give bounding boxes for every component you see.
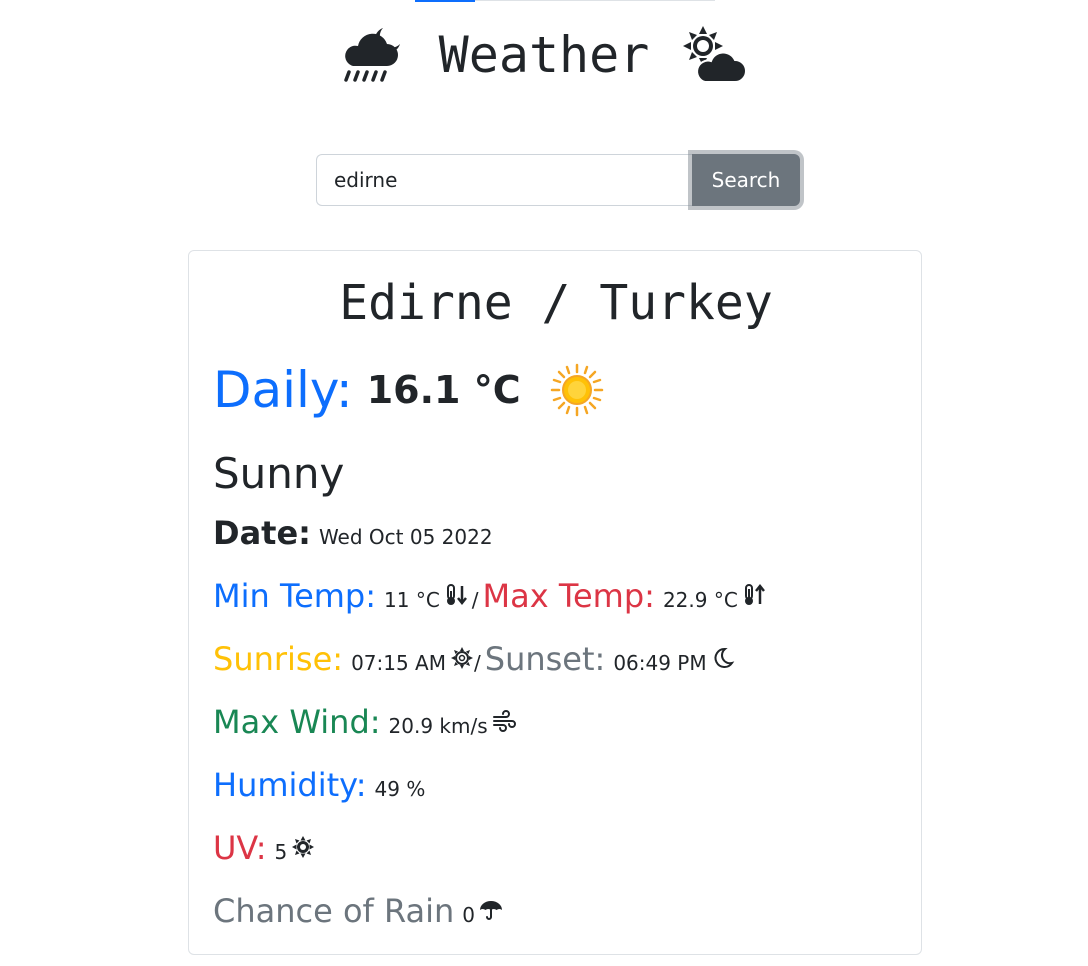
sun-times-row: Sunrise: 07:15 AM / Sunset: 06:49 PM — [213, 643, 735, 675]
sunset-value: 06:49 PM — [613, 651, 707, 675]
sunrise-gear-sun-icon — [451, 647, 473, 669]
daily-temperature: 16.1 °C — [366, 368, 521, 412]
rain-value: 0 — [462, 903, 476, 927]
sunrise-label: Sunrise: — [213, 640, 344, 678]
search-button[interactable]: Search — [692, 154, 800, 206]
top-nav-active-indicator — [415, 0, 475, 2]
sunrise-value: 07:15 AM — [351, 651, 446, 675]
thermometer-up-icon — [744, 583, 765, 605]
rain-label: Chance of Rain — [213, 892, 455, 930]
top-nav-divider — [475, 0, 715, 1]
cloud-moon-rain-icon — [343, 28, 400, 82]
moon-icon — [714, 647, 734, 668]
uv-row: UV: 5 — [213, 832, 315, 864]
humidity-row: Humidity: 49 % — [213, 769, 425, 801]
temp-separator: / — [471, 588, 479, 612]
wind-value: 20.9 km/s — [388, 714, 488, 738]
min-temp-value: 11 °C — [384, 588, 440, 612]
cloud-sun-icon — [683, 26, 748, 83]
sun-solid-icon — [292, 836, 315, 858]
wind-icon — [492, 710, 516, 732]
sunset-label: Sunset: — [484, 640, 606, 678]
humidity-value: 49 % — [374, 777, 426, 801]
date-label: Date: — [213, 514, 311, 552]
daily-summary: Daily: 16.1 °C — [213, 355, 605, 425]
wind-label: Max Wind: — [213, 703, 381, 741]
date-row: Date: Wed Oct 05 2022 — [213, 517, 493, 549]
location-title: Edirne / Turkey — [339, 275, 773, 331]
rain-row: Chance of Rain 0 — [213, 895, 503, 927]
app-header: Weather — [0, 20, 1088, 90]
date-value: Wed Oct 05 2022 — [318, 525, 493, 549]
condition-text: Sunny — [213, 449, 345, 498]
thermometer-down-icon — [446, 584, 467, 606]
search-form: Search — [316, 154, 800, 206]
max-temp-label: Max Temp: — [482, 577, 655, 615]
wind-row: Max Wind: 20.9 km/s — [213, 706, 516, 738]
sun-icon — [550, 363, 603, 417]
sun-separator: / — [474, 651, 481, 675]
weather-card: Edirne / Turkey Daily: 16.1 °C Sunny Dat… — [188, 250, 922, 955]
city-search-input[interactable] — [316, 154, 692, 206]
app-title: Weather — [438, 26, 650, 84]
uv-label: UV: — [213, 829, 267, 867]
humidity-label: Humidity: — [213, 766, 367, 804]
max-temp-value: 22.9 °C — [662, 588, 738, 612]
daily-label: Daily: — [213, 361, 353, 419]
umbrella-icon — [480, 901, 503, 920]
temperature-row: Min Temp: 11 °C / Max Temp: 22.9 °C — [213, 580, 766, 612]
uv-value: 5 — [274, 840, 288, 864]
min-temp-label: Min Temp: — [213, 577, 377, 615]
